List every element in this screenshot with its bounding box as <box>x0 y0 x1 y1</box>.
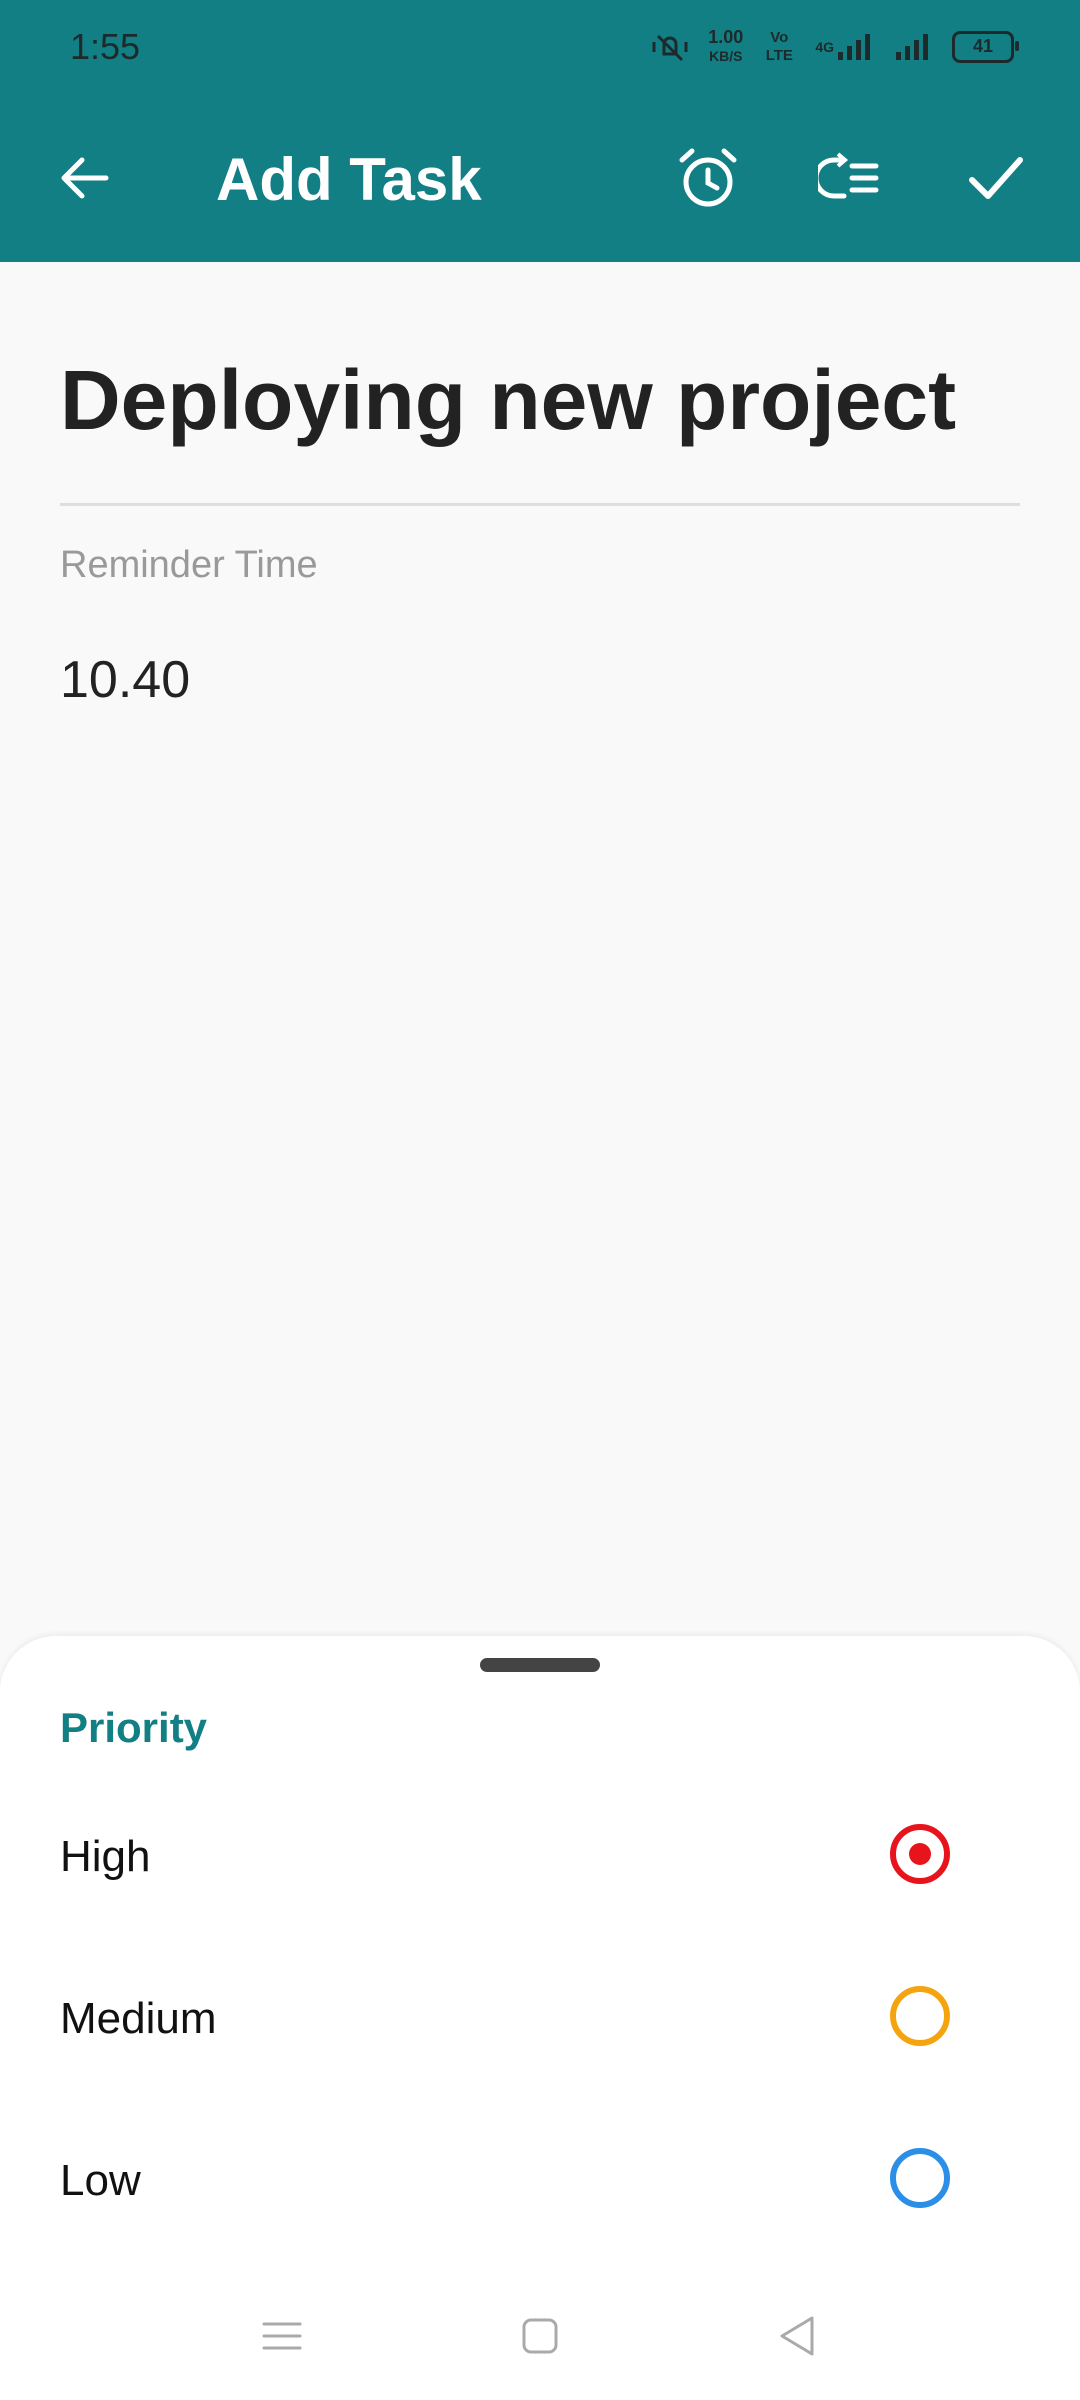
page-title: Add Task <box>216 146 482 213</box>
signal-4g-icon: 4G <box>815 32 876 62</box>
title-divider <box>60 503 1020 506</box>
status-time: 1:55 <box>70 26 141 67</box>
radio-selected-icon[interactable] <box>888 1822 952 1886</box>
priority-option-label: High <box>60 1832 151 1881</box>
task-title-input[interactable]: Deploying new project <box>60 352 956 449</box>
priority-option-label: Low <box>60 2156 141 2205</box>
back-triangle-icon[interactable] <box>770 2308 826 2364</box>
reminder-time-value[interactable]: 10.40 <box>60 650 190 710</box>
priority-option-medium[interactable]: Medium <box>0 1956 1080 2076</box>
repeat-list-icon[interactable] <box>813 146 882 210</box>
battery-icon: 41 <box>952 30 1019 63</box>
net-speed: 1.00 KB/S <box>708 28 743 65</box>
drag-handle[interactable] <box>480 1658 600 1672</box>
system-nav-bar <box>0 2290 1080 2380</box>
priority-option-high[interactable]: High <box>0 1794 1080 1914</box>
battery-level: 41 <box>972 36 994 56</box>
priority-option-label: Medium <box>60 1994 217 2043</box>
back-arrow-icon[interactable] <box>56 150 112 206</box>
network-label: 4G <box>815 38 834 55</box>
signal-icon <box>894 32 934 62</box>
alarm-clock-icon[interactable] <box>676 146 740 210</box>
checkmark-icon[interactable] <box>964 146 1028 210</box>
priority-option-low[interactable]: Low <box>0 2118 1080 2238</box>
reminder-time-label: Reminder Time <box>60 544 318 586</box>
app-header: 1:55 1.00 KB/S Vo LTE 4G 41 Add Task <box>0 0 1080 262</box>
home-square-icon[interactable] <box>512 2308 568 2364</box>
net-speed-value: 1.00 <box>708 27 744 47</box>
status-icons: 1.00 KB/S Vo LTE 4G 41 <box>650 28 1019 65</box>
net-speed-unit: KB/S <box>709 48 743 64</box>
mute-vibrate-icon <box>650 32 690 62</box>
radio-unselected-icon[interactable] <box>888 1984 952 2048</box>
menu-icon[interactable] <box>254 2308 310 2364</box>
priority-title: Priority <box>60 1704 208 1751</box>
radio-unselected-icon[interactable] <box>888 2146 952 2210</box>
volte-label: Vo LTE <box>765 28 793 64</box>
